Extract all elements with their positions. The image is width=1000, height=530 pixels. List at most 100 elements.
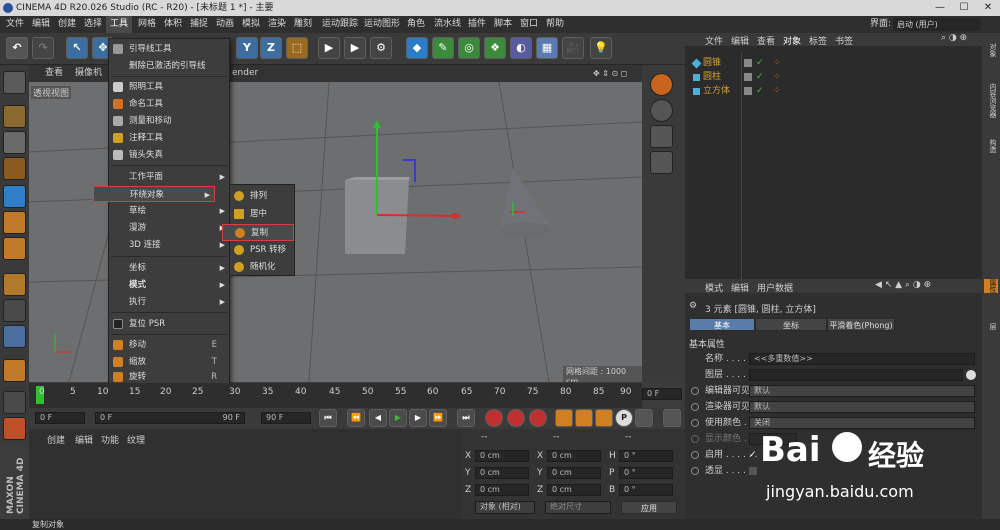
render-settings-icon[interactable]: ⚙ [370, 37, 392, 59]
script-s-icon[interactable] [650, 73, 673, 96]
radio-icon[interactable] [691, 387, 699, 395]
start-frame-field[interactable]: 0 F [35, 412, 85, 424]
menu-mesh[interactable]: 网格 [134, 16, 160, 33]
menu-create[interactable]: 创建 [54, 16, 80, 33]
radio-icon[interactable] [691, 403, 699, 411]
coord-size-select[interactable]: 绝对尺寸 [545, 501, 611, 514]
menu-snap[interactable]: 捕捉 [186, 16, 212, 33]
menu-plugins[interactable]: 插件 [464, 16, 490, 33]
menu-select[interactable]: 选择 [80, 16, 106, 33]
pos-x-field[interactable]: 0 cm [475, 450, 529, 462]
submenu-item-randomize[interactable]: 随机化 [230, 259, 294, 276]
play-icon[interactable]: ▶ [389, 409, 407, 427]
object-row[interactable]: 圆锥 ✓ ⁘ [685, 57, 982, 69]
menu-item-3d-connexion[interactable]: 3D 连接 ▶ [109, 237, 229, 253]
next-frame-icon[interactable]: ▶ [409, 409, 427, 427]
enabled-check-icon[interactable]: ✓ [756, 57, 764, 69]
radio-icon[interactable] [691, 435, 699, 443]
deformer-icon[interactable]: ◐ [510, 37, 532, 59]
key-scale-icon[interactable] [575, 409, 593, 427]
minimize-button[interactable]: — [928, 1, 952, 15]
key-param-icon[interactable]: P [615, 409, 633, 427]
interface-select[interactable]: 启动 (用户) [893, 18, 981, 31]
submenu-item-transfer[interactable]: PSR 转移 [230, 242, 294, 259]
menu-tools[interactable]: 工具 [106, 16, 133, 33]
axis-y-icon[interactable]: Y [236, 37, 258, 59]
render-visible-select[interactable]: 默认 [749, 401, 975, 413]
array-icon[interactable]: ❖ [484, 37, 506, 59]
menu-item-scale[interactable]: 缩放 T [109, 354, 229, 370]
attr-tab-userdata[interactable]: 用户数据 [757, 281, 793, 294]
menu-file[interactable]: 文件 [2, 16, 28, 33]
menu-mograph[interactable]: 运动图形 [360, 16, 404, 33]
undo-icon[interactable]: ↶ [6, 37, 28, 59]
go-end-icon[interactable]: ⏭ [457, 409, 475, 427]
object-tab-file[interactable]: 文件 [705, 34, 723, 47]
magnet-icon[interactable] [3, 359, 26, 382]
pen-icon[interactable]: ✎ [432, 37, 454, 59]
side-tab-content-browser[interactable]: 内容浏览器 [984, 83, 998, 118]
close-button[interactable]: ✕ [976, 1, 1000, 15]
menu-item-move[interactable]: 移动 E [109, 337, 229, 353]
tag-icon[interactable]: ⁘ [773, 71, 781, 83]
menu-help[interactable]: 帮助 [542, 16, 568, 33]
menu-item-naming-tool[interactable]: 命名工具 [109, 96, 229, 112]
axis-z-icon[interactable]: Z [260, 37, 282, 59]
menu-item-lighting-tool[interactable]: 照明工具 [109, 79, 229, 95]
cube-icon[interactable]: ◆ [406, 37, 428, 59]
menu-simulate[interactable]: 模拟 [238, 16, 264, 33]
menu-item-lens-distortion[interactable]: 镜头失真 [109, 147, 229, 163]
size-x-field[interactable]: 0 cm [547, 450, 601, 462]
model-mode-icon[interactable] [3, 105, 26, 128]
side-tab-layers[interactable]: 层 [984, 323, 998, 330]
key-rotation-icon[interactable] [595, 409, 613, 427]
floor-icon[interactable]: ▦ [536, 37, 558, 59]
object-name[interactable]: 圆柱 [703, 71, 721, 83]
tag-icon[interactable]: ⁘ [773, 85, 781, 97]
key-pla-icon[interactable] [635, 409, 653, 427]
layer-field[interactable] [749, 369, 963, 381]
menu-sculpt[interactable]: 雕刻 [290, 16, 316, 33]
visibility-icon[interactable] [744, 87, 752, 95]
select-icon[interactable]: ↖ [66, 37, 88, 59]
object-row[interactable]: 立方体 ✓ ⁘ [685, 85, 982, 97]
attr-tab-mode[interactable]: 模式 [705, 281, 723, 294]
viewport-tab-view[interactable]: 查看 [45, 65, 63, 82]
menu-volume[interactable]: 体积 [160, 16, 186, 33]
timeline-window-icon[interactable] [663, 409, 681, 427]
size-z-field[interactable]: 0 cm [547, 484, 601, 496]
object-search-icon[interactable]: ⌕ ◑ ⊕ [941, 33, 967, 43]
menu-character[interactable]: 角色 [403, 16, 429, 33]
pos-z-field[interactable]: 0 cm [475, 484, 529, 496]
subdivision-icon[interactable]: ◎ [458, 37, 480, 59]
menu-item-coordinates[interactable]: 坐标 ▶ [109, 260, 229, 276]
menu-item-guide-tool[interactable]: 引导线工具 [109, 41, 229, 57]
menu-motion-tracker[interactable]: 运动跟踪 [318, 16, 362, 33]
timeline-ruler[interactable]: 0 5 10 15 20 25 30 35 40 45 50 55 60 65 … [29, 383, 642, 408]
menu-item-sketch[interactable]: 草绘 ▶ [109, 203, 229, 219]
menu-item-annotation-tool[interactable]: 注释工具 [109, 130, 229, 146]
xray-checkbox[interactable] [749, 467, 757, 475]
menu-item-rotate[interactable]: 旋转 R [109, 371, 229, 383]
menu-item-reset-psr[interactable]: 复位 PSR [109, 316, 229, 332]
layer-select-icon[interactable] [966, 370, 976, 380]
object-name[interactable]: 圆锥 [703, 57, 721, 69]
editor-visible-select[interactable]: 默认 [749, 385, 975, 397]
render-picture-icon[interactable]: ▶ [344, 37, 366, 59]
tweak-icon[interactable] [3, 299, 26, 322]
menu-item-modes[interactable]: 模式 ▶ [109, 277, 229, 293]
rot-p-field[interactable]: 0 ° [619, 467, 673, 479]
material-tab-create[interactable]: 创建 [47, 433, 65, 446]
grid-icon[interactable] [3, 391, 26, 414]
enable-axis-icon[interactable] [3, 273, 26, 296]
menu-item-execute[interactable]: 执行 ▶ [109, 294, 229, 310]
settings-gear-icon[interactable] [650, 151, 673, 174]
object-tab-view[interactable]: 查看 [757, 34, 775, 47]
camera-icon[interactable]: 🎥 [562, 37, 584, 59]
attr-tab-edit[interactable]: 编辑 [731, 281, 749, 294]
menu-render[interactable]: 渲染 [264, 16, 290, 33]
script-s2-icon[interactable] [650, 99, 673, 122]
make-editable-icon[interactable] [3, 71, 26, 94]
menu-pipeline[interactable]: 流水线 [430, 16, 465, 33]
workplane-mode-icon[interactable] [3, 157, 26, 180]
